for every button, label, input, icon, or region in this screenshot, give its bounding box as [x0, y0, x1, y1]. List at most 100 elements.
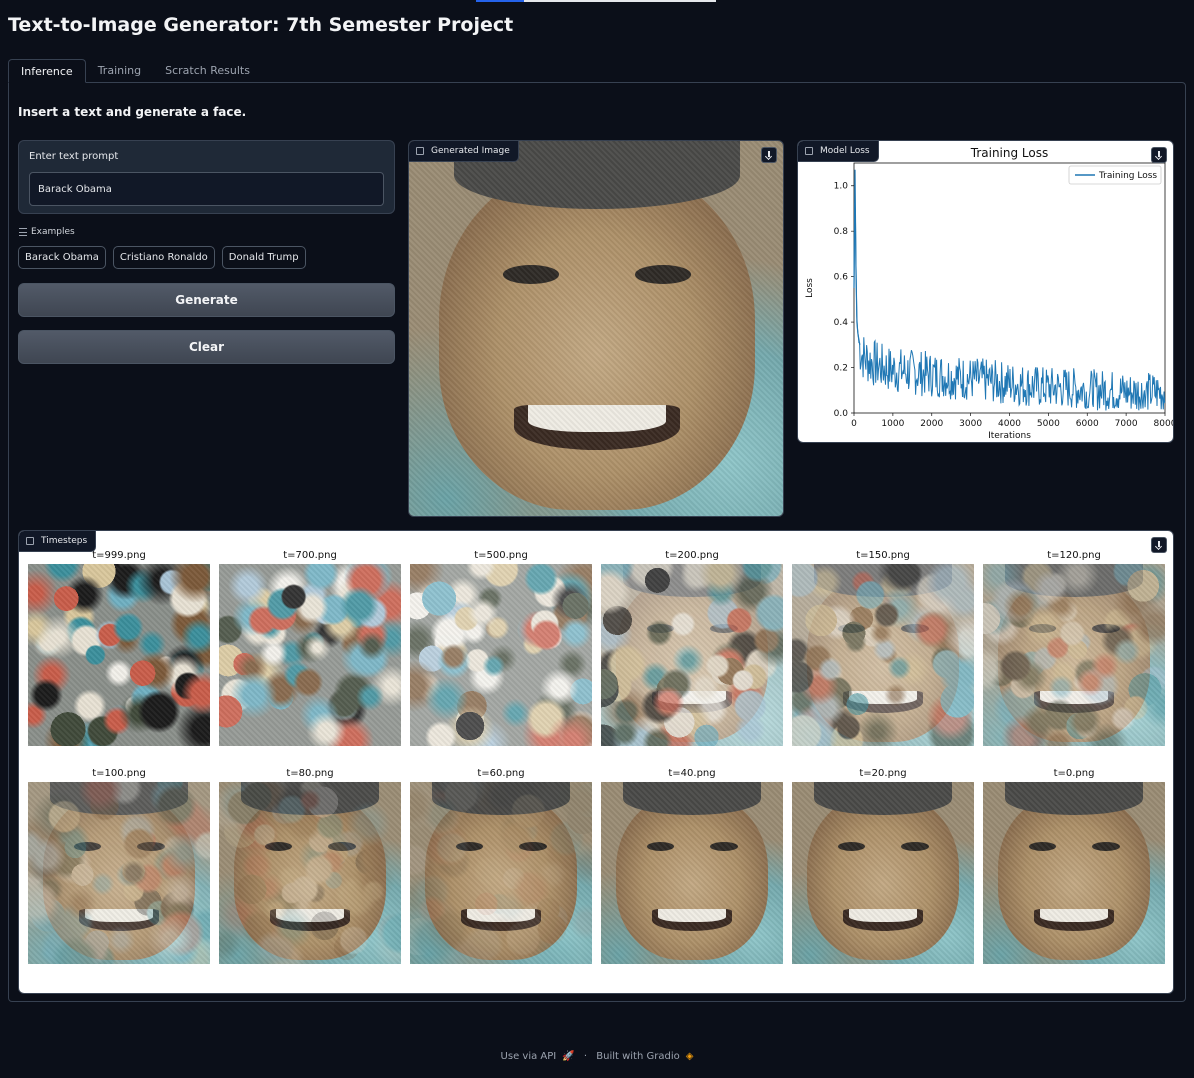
image-icon — [26, 537, 34, 545]
x-tick-label: 1000 — [881, 419, 904, 429]
timestep-caption: t=60.png — [477, 768, 525, 779]
x-tick-label: 4000 — [998, 419, 1021, 429]
legend-label-training-loss: Training Loss — [1098, 171, 1157, 181]
model-loss-label: Model Loss — [820, 146, 870, 156]
timestep-image — [983, 564, 1165, 746]
image-icon — [416, 147, 424, 155]
timestep-cell: t=120.png — [983, 548, 1165, 746]
top-progress-bar — [476, 0, 716, 2]
y-tick-label: 0.4 — [834, 318, 849, 328]
image-icon — [805, 147, 813, 155]
timesteps-grid: t=999.png t=700.png t=500.png t=200.png t=15… — [28, 548, 1165, 964]
timestep-cell: t=40.png — [601, 766, 783, 964]
page-title: Text-to-Image Generator: 7th Semester Pr… — [8, 14, 514, 36]
timestep-cell: t=999.png — [28, 548, 210, 746]
generated-image-panel: Generated Image — [408, 140, 784, 517]
timestep-image — [601, 782, 783, 964]
progress-fill — [476, 0, 524, 2]
timestep-image — [28, 782, 210, 964]
timestep-cell: t=700.png — [219, 548, 401, 746]
x-axis-label: Iterations — [988, 431, 1031, 441]
y-tick-label: 0.8 — [834, 227, 849, 237]
timestep-image — [219, 782, 401, 964]
built-with-gradio-link[interactable]: Built with Gradio — [596, 1051, 679, 1062]
examples-header: Examples — [19, 227, 75, 237]
tab-bar: Inference Training Scratch Results — [8, 59, 262, 83]
examples-list: Barack Obama Cristiano Ronaldo Donald Tr… — [18, 246, 306, 269]
model-loss-badge: Model Loss — [798, 141, 879, 162]
y-tick-label: 0.0 — [834, 409, 849, 419]
example-button-donald-trump[interactable]: Donald Trump — [221, 246, 306, 269]
tab-scratch-results[interactable]: Scratch Results — [153, 59, 262, 83]
download-icon[interactable] — [1151, 147, 1167, 163]
x-tick-label: 2000 — [920, 419, 943, 429]
tab-inference[interactable]: Inference — [8, 59, 86, 83]
timestep-caption: t=0.png — [1053, 768, 1095, 779]
gradio-logo-icon: ◈ — [685, 1051, 694, 1062]
x-tick-label: 5000 — [1037, 419, 1060, 429]
download-icon[interactable] — [761, 147, 777, 163]
timestep-caption: t=80.png — [286, 768, 334, 779]
timestep-cell: t=0.png — [983, 766, 1165, 964]
generated-image-badge: Generated Image — [409, 141, 519, 162]
prompt-label: Enter text prompt — [29, 151, 119, 162]
timesteps-label: Timesteps — [41, 536, 88, 546]
rocket-icon: 🚀 — [562, 1051, 575, 1062]
timestep-caption: t=40.png — [668, 768, 716, 779]
timestep-image — [601, 564, 783, 746]
timestep-cell: t=150.png — [792, 548, 974, 746]
timestep-cell: t=20.png — [792, 766, 974, 964]
timestep-caption: t=100.png — [92, 768, 146, 779]
x-tick-label: 8000 — [1154, 419, 1174, 429]
timestep-image — [792, 564, 974, 746]
timestep-image — [410, 782, 592, 964]
timestep-cell: t=500.png — [410, 548, 592, 746]
x-tick-label: 6000 — [1076, 419, 1099, 429]
timesteps-badge: Timesteps — [19, 531, 97, 552]
x-tick-label: 0 — [851, 419, 857, 429]
timestep-image — [28, 564, 210, 746]
download-icon[interactable] — [1151, 537, 1167, 553]
timestep-cell: t=100.png — [28, 766, 210, 964]
timesteps-panel: Timesteps t=999.png t=700.png t=500.png t=2… — [18, 530, 1174, 994]
timestep-caption: t=700.png — [283, 550, 337, 561]
timestep-image — [792, 782, 974, 964]
y-axis-label: Loss — [805, 278, 815, 298]
prompt-input[interactable] — [29, 172, 384, 206]
chart-title: Training Loss — [970, 146, 1048, 160]
timestep-image — [219, 564, 401, 746]
y-tick-label: 0.2 — [834, 364, 848, 374]
list-icon — [19, 228, 27, 236]
footer: Use via API 🚀 · Built with Gradio ◈ — [0, 1051, 1194, 1062]
footer-separator: · — [583, 1051, 588, 1062]
x-tick-label: 7000 — [1115, 419, 1138, 429]
timestep-image — [983, 782, 1165, 964]
timestep-cell: t=60.png — [410, 766, 592, 964]
timestep-image — [410, 564, 592, 746]
timestep-caption: t=500.png — [474, 550, 528, 561]
generated-image-label: Generated Image — [431, 146, 510, 156]
tab-training[interactable]: Training — [86, 59, 153, 83]
example-button-barack-obama[interactable]: Barack Obama — [18, 246, 106, 269]
timestep-caption: t=150.png — [856, 550, 910, 561]
x-tick-label: 3000 — [959, 419, 982, 429]
examples-label: Examples — [31, 227, 75, 237]
use-via-api-link[interactable]: Use via API — [501, 1051, 557, 1062]
timestep-caption: t=120.png — [1047, 550, 1101, 561]
series-line-training-loss — [853, 202, 1166, 411]
generate-button[interactable]: Generate — [18, 283, 395, 317]
generated-face-image — [409, 141, 783, 516]
clear-button[interactable]: Clear — [18, 330, 395, 364]
training-loss-chart: Training Loss 0 1000 2000 3000 4000 5000 6000 70… — [805, 146, 1174, 441]
y-tick-label: 0.6 — [834, 273, 849, 283]
example-button-cristiano-ronaldo[interactable]: Cristiano Ronaldo — [112, 246, 215, 269]
timestep-caption: t=200.png — [665, 550, 719, 561]
timestep-cell: t=200.png — [601, 548, 783, 746]
y-tick-label: 1.0 — [834, 182, 849, 192]
timestep-caption: t=20.png — [859, 768, 907, 779]
timestep-cell: t=80.png — [219, 766, 401, 964]
intro-text: Insert a text and generate a face. — [18, 105, 247, 119]
series-spike-training-loss — [853, 169, 861, 345]
model-loss-panel: Model Loss Training Loss 0 1000 2000 3000 400… — [797, 140, 1174, 443]
prompt-block: Enter text prompt — [18, 140, 395, 214]
